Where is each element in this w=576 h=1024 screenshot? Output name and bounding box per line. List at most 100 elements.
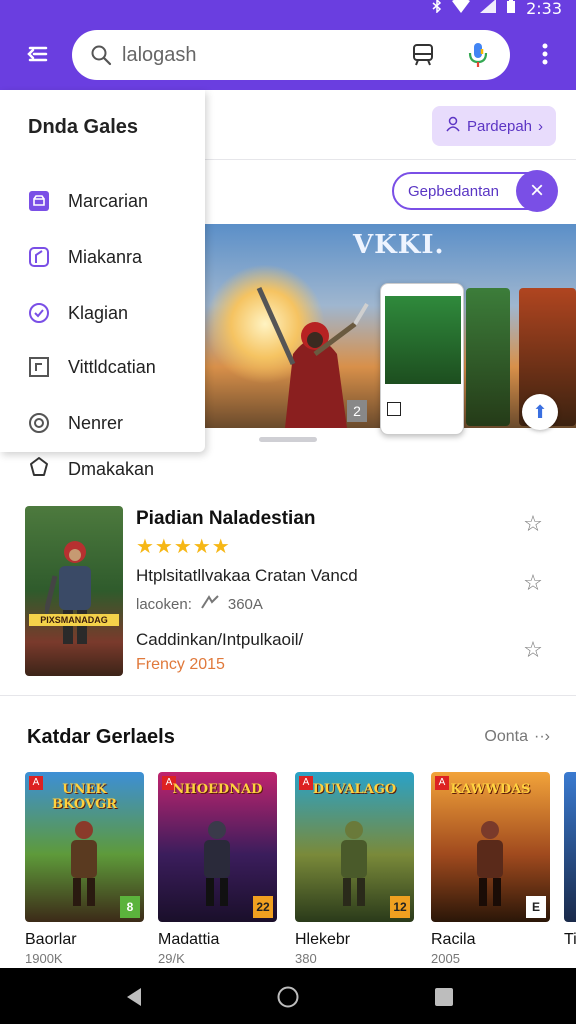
drawer-item-4[interactable]: Nenrer xyxy=(28,408,198,438)
star-outline-icon[interactable]: ☆ xyxy=(522,572,544,594)
game-card-partial[interactable]: Ti xyxy=(564,772,576,949)
drawer-item-1[interactable]: Miakanra xyxy=(28,242,198,272)
file-size: 360A xyxy=(227,595,263,613)
cover-character-illustration xyxy=(71,821,97,906)
system-navigation-bar xyxy=(0,968,576,1024)
featured-game-description: Htplsitatllvakaa Cratan Vancd xyxy=(136,566,358,585)
game-cover[interactable] xyxy=(564,772,576,922)
see-more-link[interactable]: Oonta ··› xyxy=(484,728,550,746)
rating-box-icon xyxy=(387,402,401,416)
store-icon[interactable] xyxy=(410,42,436,68)
cover-title: NHOEDNAD xyxy=(172,782,263,797)
bluetooth-icon xyxy=(432,0,442,18)
cover-title: KAWWDAS xyxy=(450,782,531,797)
drawer-item-0[interactable]: Marcarian xyxy=(28,186,198,216)
featured-game-meta: lacoken: 360A xyxy=(136,594,263,614)
game-card[interactable]: A DUVALAGO 12 Hlekebr 380 xyxy=(295,772,414,966)
bookmark-icon xyxy=(28,246,50,268)
star-outline-icon[interactable]: ☆ xyxy=(522,513,544,535)
cover-character-illustration xyxy=(341,821,367,906)
drawer-item-label: Marcarian xyxy=(68,190,149,211)
age-rating-badge: 8 xyxy=(120,896,140,918)
drawer-item-3[interactable]: Vittldcatian xyxy=(28,352,198,382)
see-more-label: Oonta xyxy=(484,728,529,745)
featured-game-date: Frency 2015 xyxy=(136,656,225,673)
game-cover[interactable]: A NHOEDNAD 22 xyxy=(158,772,277,922)
profile-button[interactable]: Pardepah › xyxy=(432,106,556,146)
recents-icon[interactable] xyxy=(433,986,455,1008)
cover-character-illustration xyxy=(477,821,503,906)
game-card[interactable]: A UNEK BKOVGR 8 Baorlar 1900K xyxy=(25,772,144,966)
game-cover[interactable]: A KAWWDAS E xyxy=(431,772,550,922)
game-size: 29/K xyxy=(158,951,185,966)
home-icon[interactable] xyxy=(277,986,299,1008)
filter-chip-label: Gepbedantan xyxy=(408,182,499,200)
game-cover[interactable]: A DUVALAGO 12 xyxy=(295,772,414,922)
game-name: Baorlar xyxy=(25,931,77,948)
cover-title: DUVALAGO xyxy=(312,782,397,797)
drawer-item-2[interactable]: Klagian xyxy=(28,298,198,328)
age-rating-badge: 12 xyxy=(390,896,410,918)
banner-thumbnail[interactable] xyxy=(466,288,510,426)
game-cover[interactable]: A UNEK BKOVGR 8 xyxy=(25,772,144,922)
meta-label: lacoken: xyxy=(136,595,192,613)
banner-title: VKKI. xyxy=(353,230,445,260)
cover-title: UNEK BKOVGR xyxy=(51,782,118,812)
back-icon[interactable] xyxy=(123,986,145,1008)
drawer-item-label: Klagian xyxy=(68,302,129,323)
navigation-drawer: Dnda Gales Marcarian Miakanra Klagian Vi… xyxy=(0,90,205,452)
chevron-right-icon: › xyxy=(538,117,544,135)
signal-icon xyxy=(480,0,497,18)
game-card[interactable]: A KAWWDAS E Racila 2005 xyxy=(431,772,550,966)
battery-icon xyxy=(506,0,516,18)
clock: 2:33 xyxy=(526,0,562,18)
filter-chip[interactable]: Gepbedantan × xyxy=(392,170,558,212)
banner-rating-badge: 2 xyxy=(347,400,367,422)
section-title: Katdar Gerlaels xyxy=(27,726,175,748)
featured-game-title[interactable]: Piadian Naladestian xyxy=(136,508,316,530)
age-rating-badge: 22 xyxy=(253,896,273,918)
close-icon[interactable]: × xyxy=(516,170,558,212)
drawer-title: Dnda Gales xyxy=(28,116,139,138)
game-size: 380 xyxy=(295,951,317,966)
download-size-icon xyxy=(200,594,220,614)
cover-character-illustration xyxy=(204,821,230,906)
game-size: 1900K xyxy=(25,951,63,966)
banner-phone-mockup xyxy=(380,283,464,435)
drawer-item-label: Vittldcatian xyxy=(68,356,156,377)
game-card[interactable]: A NHOEDNAD 22 Madattia 29/K xyxy=(158,772,277,966)
cover-caption: PIXSMANADAG xyxy=(29,614,119,626)
phone-screen xyxy=(385,296,461,384)
cover-character-illustration xyxy=(45,541,91,644)
rating-stars: ★★★★★ xyxy=(136,536,231,558)
scroll-up-icon[interactable]: ⬆ xyxy=(522,394,558,430)
game-size: 2005 xyxy=(431,951,460,966)
more-options-icon[interactable] xyxy=(540,42,550,71)
wifi-icon xyxy=(452,0,471,18)
featured-game-publisher: Caddinkan/Intpulkaoil/ xyxy=(136,630,304,649)
profile-button-label: Pardepah xyxy=(466,117,533,135)
check-circle-icon xyxy=(28,302,50,324)
category-item-label: Dmakakan xyxy=(68,459,155,479)
square-icon xyxy=(28,356,50,378)
category-item[interactable]: Dmakakan xyxy=(28,456,154,483)
game-name: Ti xyxy=(564,931,576,948)
game-name: Madattia xyxy=(158,931,220,948)
store-icon xyxy=(28,190,50,212)
age-rating-badge: E xyxy=(526,896,546,918)
search-bar[interactable]: lalogash xyxy=(72,30,510,80)
gear-icon xyxy=(28,412,50,434)
tag-icon xyxy=(28,456,50,483)
search-icon xyxy=(90,44,112,66)
mic-icon[interactable] xyxy=(468,41,488,69)
status-bar: 2:33 xyxy=(432,0,562,18)
drawer-item-label: Nenrer xyxy=(68,412,124,433)
search-input[interactable]: lalogash xyxy=(122,44,197,67)
star-outline-icon[interactable]: ☆ xyxy=(522,639,544,661)
app-bar: 2:33 lalogash xyxy=(0,0,576,90)
game-name: Hlekebr xyxy=(295,931,351,948)
featured-game[interactable]: PIXSMANADAG Piadian Naladestian ★★★★★ Ht… xyxy=(0,500,576,696)
menu-icon[interactable] xyxy=(24,40,52,68)
featured-game-cover[interactable]: PIXSMANADAG xyxy=(25,506,123,676)
game-name: Racila xyxy=(431,931,476,948)
